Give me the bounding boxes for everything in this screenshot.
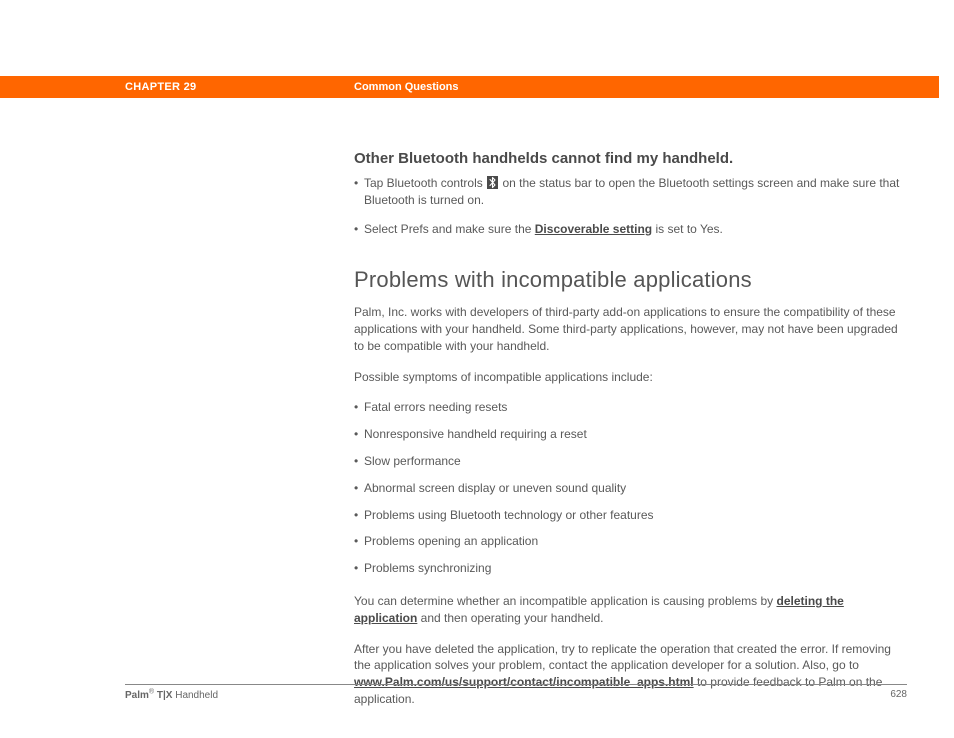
list-item: Slow performance xyxy=(354,453,909,470)
page-content: Other Bluetooth handhelds cannot find my… xyxy=(354,148,909,722)
page-number: 628 xyxy=(890,689,907,700)
incompatible-apps-heading: Problems with incompatible applications xyxy=(354,265,909,296)
list-item: Problems opening an application xyxy=(354,533,909,550)
footer-product: Palm® T|X Handheld xyxy=(125,690,218,701)
section-label: Common Questions xyxy=(354,81,459,93)
bluetooth-tips-list: Tap Bluetooth controls on the status bar… xyxy=(354,175,909,237)
page-footer: Palm® T|X Handheld 628 xyxy=(125,684,907,701)
suffix: Handheld xyxy=(172,690,218,701)
brand: Palm xyxy=(125,690,149,701)
list-item: Abnormal screen display or uneven sound … xyxy=(354,480,909,497)
text: You can determine whether an incompatibl… xyxy=(354,594,776,608)
bluetooth-icon xyxy=(487,176,498,189)
text: is set to Yes. xyxy=(652,222,723,236)
text: After you have deleted the application, … xyxy=(354,642,891,673)
bluetooth-subheading: Other Bluetooth handhelds cannot find my… xyxy=(354,148,909,169)
text: Select Prefs and make sure the xyxy=(364,222,535,236)
list-item: Tap Bluetooth controls on the status bar… xyxy=(354,175,909,209)
chapter-header-bar: CHAPTER 29 Common Questions xyxy=(0,76,939,98)
text: and then operating your handheld. xyxy=(417,611,603,625)
list-item: Nonresponsive handheld requiring a reset xyxy=(354,426,909,443)
list-item: Problems synchronizing xyxy=(354,560,909,577)
list-item: Problems using Bluetooth technology or o… xyxy=(354,507,909,524)
determine-paragraph: You can determine whether an incompatibl… xyxy=(354,593,909,627)
model: T|X xyxy=(154,690,172,701)
list-item: Select Prefs and make sure the Discovera… xyxy=(354,221,909,238)
text: Tap Bluetooth controls xyxy=(364,176,483,190)
list-item: Fatal errors needing resets xyxy=(354,399,909,416)
symptoms-intro: Possible symptoms of incompatible applic… xyxy=(354,369,909,386)
discoverable-setting-link[interactable]: Discoverable setting xyxy=(535,222,652,236)
intro-paragraph: Palm, Inc. works with developers of thir… xyxy=(354,304,909,354)
symptoms-list: Fatal errors needing resets Nonresponsiv… xyxy=(354,399,909,577)
chapter-label: CHAPTER 29 xyxy=(125,81,196,93)
